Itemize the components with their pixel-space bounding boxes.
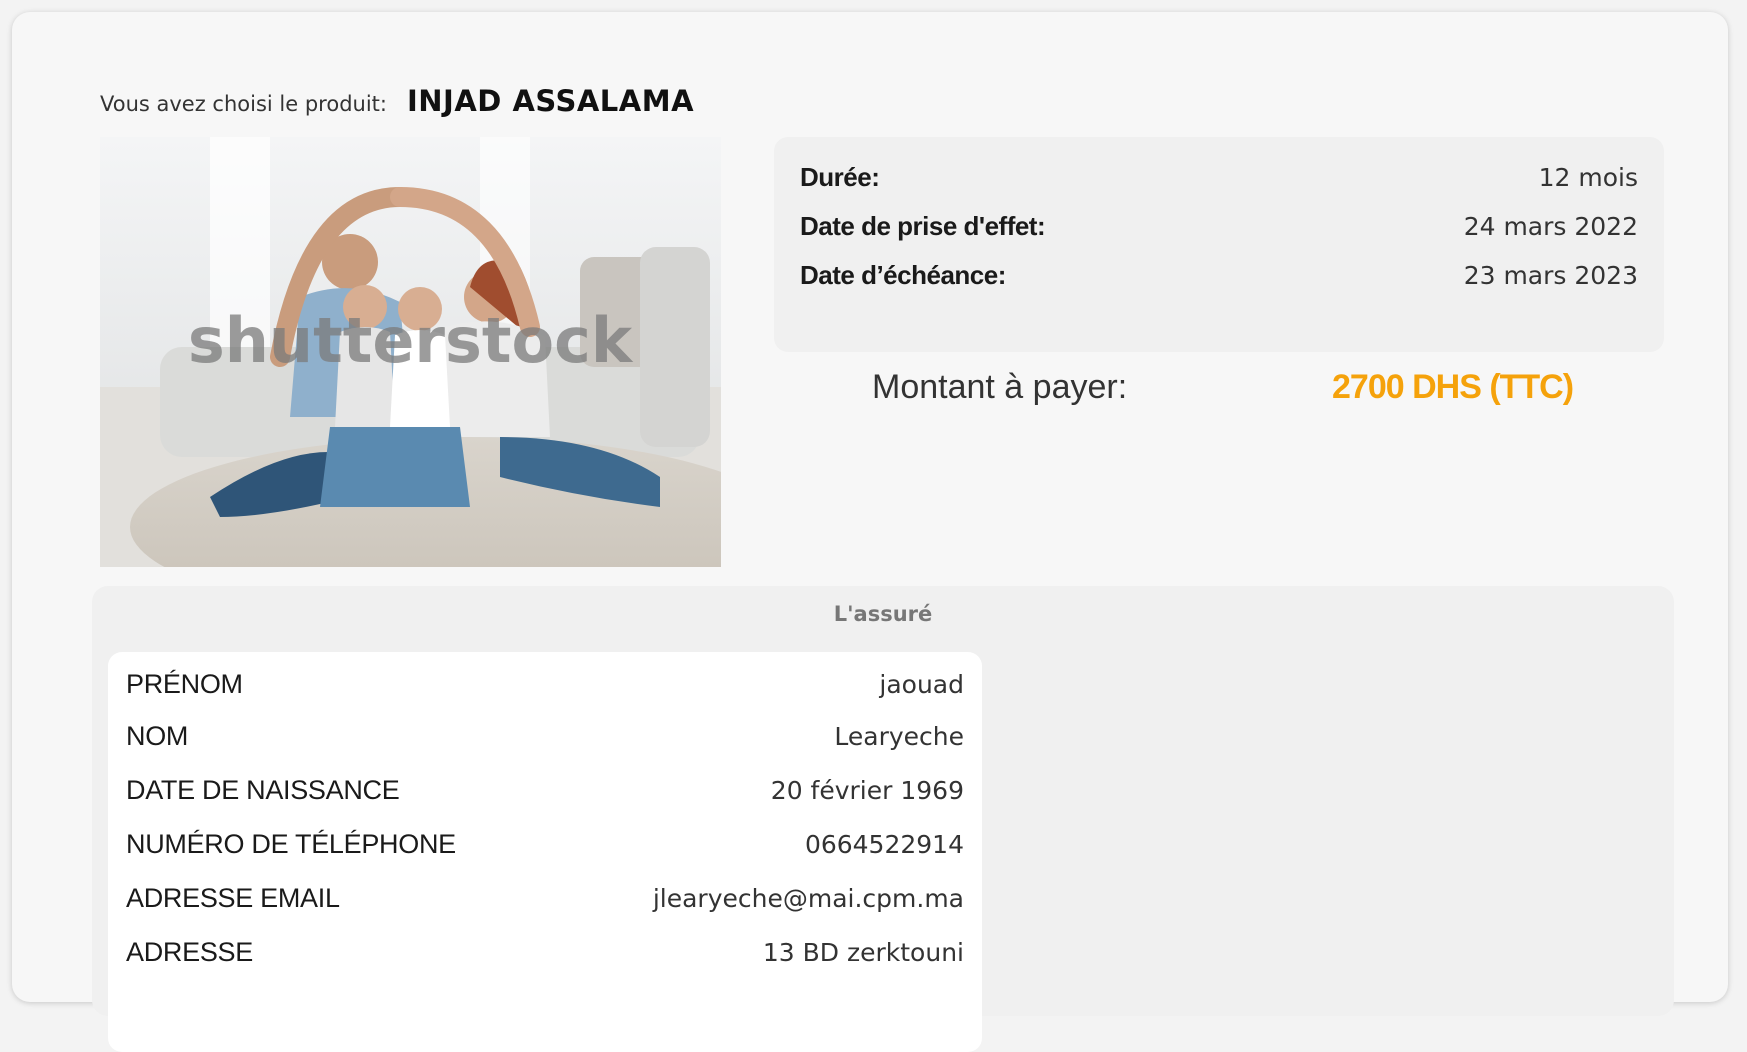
field-row-telephone: NUMÉRO DE TÉLÉPHONE 0664522914	[126, 822, 964, 866]
field-value: jaouad	[879, 669, 964, 699]
field-row-email: ADRESSE EMAIL jlearyeche@mai.cpm.ma	[126, 876, 964, 920]
detail-row-date-echeance: Date d’échéance: 23 mars 2023	[800, 255, 1638, 295]
amount-label: Montant à payer:	[872, 368, 1128, 406]
field-label: ADRESSE	[126, 936, 253, 967]
field-value: 13 BD zerktouni	[762, 937, 964, 967]
field-value: jlearyeche@mai.cpm.ma	[652, 883, 964, 913]
field-label: ADRESSE EMAIL	[126, 882, 340, 913]
contract-details: Durée: 12 mois Date de prise d'effet: 24…	[774, 137, 1664, 352]
field-label: NUMÉRO DE TÉLÉPHONE	[126, 828, 456, 859]
field-row-prenom: PRÉNOM jaouad	[126, 662, 964, 706]
detail-row-date-effet: Date de prise d'effet: 24 mars 2022	[800, 206, 1638, 246]
insured-panel: L'assuré PRÉNOM jaouad NOM Learyeche DAT…	[92, 586, 1674, 1052]
field-label: NOM	[126, 720, 189, 751]
summary-card: Vous avez choisi le produit: INJAD ASSAL…	[12, 12, 1728, 1052]
product-prefix-label: Vous avez choisi le produit:	[100, 92, 387, 116]
detail-label: Date de prise d'effet:	[800, 210, 1046, 241]
detail-value: 24 mars 2022	[1463, 211, 1638, 241]
detail-value: 23 mars 2023	[1463, 260, 1638, 290]
product-name: INJAD ASSALAMA	[406, 84, 695, 118]
amount-value: 2700 DHS (TTC)	[1332, 368, 1574, 406]
field-value: Learyeche	[834, 721, 964, 751]
product-line: Vous avez choisi le produit: INJAD ASSAL…	[100, 84, 694, 118]
detail-label: Date d’échéance:	[800, 259, 1006, 290]
field-row-date-naissance: DATE DE NAISSANCE 20 février 1969	[126, 768, 964, 812]
watermark-text: shutterstock	[188, 304, 634, 377]
detail-row-duree: Durée: 12 mois	[800, 157, 1638, 197]
insured-info-table: PRÉNOM jaouad NOM Learyeche DATE DE NAIS…	[108, 652, 982, 1052]
field-label: DATE DE NAISSANCE	[126, 774, 400, 805]
field-value: 20 février 1969	[770, 775, 964, 805]
field-label: PRÉNOM	[126, 668, 243, 699]
field-value: 0664522914	[804, 829, 964, 859]
detail-value: 12 mois	[1538, 162, 1638, 192]
detail-label: Durée:	[800, 161, 880, 192]
insured-title: L'assuré	[833, 602, 933, 626]
field-row-nom: NOM Learyeche	[126, 714, 964, 758]
field-row-adresse: ADRESSE 13 BD zerktouni	[126, 930, 964, 974]
product-image: shutterstock	[100, 137, 721, 567]
